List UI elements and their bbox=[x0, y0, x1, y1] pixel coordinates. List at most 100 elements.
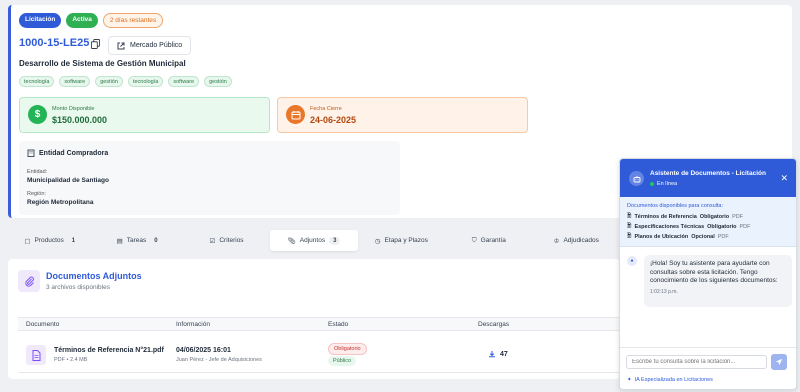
doc-requirement: Obligatorio bbox=[707, 223, 737, 230]
buyer-entity-heading: Entidad Compradora bbox=[27, 149, 108, 157]
tag: software bbox=[168, 76, 200, 87]
table-header: Documento Información Estado Descargas bbox=[18, 317, 620, 331]
list-item: 🗎︎ Términos de Referencia Obligatorio PD… bbox=[627, 212, 743, 221]
public-badge: Público bbox=[328, 356, 357, 366]
clock-icon: ◷ bbox=[374, 237, 381, 245]
tab-label: Adjuntos bbox=[299, 237, 326, 244]
status-badges: Licitación Activa 2 días restantes bbox=[19, 13, 164, 28]
shield-icon: ⛉ bbox=[471, 236, 477, 244]
licitacion-badge: Licitación bbox=[19, 13, 62, 28]
copy-icon[interactable] bbox=[91, 39, 100, 49]
doc-type: PDF bbox=[732, 213, 744, 220]
sparkle-icon: ✦ bbox=[627, 377, 632, 383]
tab-label: Productos bbox=[34, 237, 64, 244]
tag: gestión bbox=[204, 76, 232, 87]
tab-criterios[interactable]: ☑ Criterios bbox=[183, 230, 270, 251]
amount-value: $150.000.000 bbox=[52, 115, 108, 125]
tab-count: 1 bbox=[71, 237, 76, 244]
calendar-icon bbox=[286, 105, 305, 124]
tag: tecnología bbox=[127, 76, 164, 87]
download-count[interactable]: 47 bbox=[488, 350, 508, 358]
tab-productos[interactable]: ▢ Productos 1 bbox=[8, 230, 95, 251]
robot-icon bbox=[629, 171, 644, 186]
doc-requirement: Opcional bbox=[691, 233, 715, 240]
file-icon: 🗎︎ bbox=[627, 223, 632, 229]
list-item: 🗎︎ Especificaciones Técnicas Obligatorio… bbox=[627, 222, 751, 231]
doc-type: PDF bbox=[717, 233, 729, 240]
mercado-publico-button[interactable]: Mercado Público bbox=[108, 36, 192, 55]
closing-date-box: Fecha Cierre 24-06-2025 bbox=[277, 97, 528, 133]
doc-name: Términos de Referencia bbox=[634, 213, 697, 220]
tag: gestión bbox=[95, 76, 123, 87]
column-header-downloads: Descargas bbox=[478, 321, 510, 328]
online-status-label: En línea bbox=[657, 181, 678, 187]
tab-count: 3 bbox=[329, 236, 341, 245]
bot-avatar-icon: ● bbox=[627, 256, 637, 266]
upload-date: 04/06/2025 16:01 bbox=[176, 347, 231, 354]
close-icon[interactable]: ✕ bbox=[780, 173, 788, 184]
chat-input[interactable] bbox=[626, 355, 767, 369]
tab-label: Tareas bbox=[126, 237, 147, 244]
tab-label: Criterios bbox=[219, 237, 244, 244]
send-icon bbox=[775, 358, 783, 366]
tender-code: 1000-15-LE25 bbox=[19, 37, 90, 49]
region-label: Región: bbox=[27, 191, 46, 197]
list-item: 🗎︎ Planos de Ubicación Opcional PDF bbox=[627, 232, 729, 241]
box-icon: ▢ bbox=[24, 237, 31, 245]
doc-requirement: Obligatorio bbox=[699, 213, 730, 220]
paperclip-icon: 📎︎ bbox=[287, 237, 296, 245]
buyer-entity-title: Entidad Compradora bbox=[39, 149, 109, 157]
tab-adjudicados[interactable]: ♔ Adjudicados bbox=[533, 230, 620, 251]
send-button[interactable] bbox=[771, 354, 787, 370]
column-header-info: Información bbox=[176, 321, 210, 328]
assistant-message-text: ¡Hola! Soy tu asistente para ayudarte co… bbox=[650, 260, 778, 284]
tab-etapa-plazos[interactable]: ◷ Etapa y Plazos bbox=[358, 230, 445, 251]
buyer-entity-panel: Entidad Compradora Entidad: Municipalida… bbox=[19, 141, 400, 215]
doc-name: Especificaciones Técnicas bbox=[634, 223, 705, 230]
days-left-badge: 2 días restantes bbox=[102, 13, 164, 28]
ai-footer-note: ✦ IA Especializada en Licitaciones bbox=[627, 377, 713, 383]
file-icon bbox=[26, 345, 46, 365]
file-name[interactable]: Términos de Referencia N°21.pdf bbox=[54, 347, 164, 354]
file-icon: 🗎︎ bbox=[627, 213, 632, 219]
column-header-document: Documento bbox=[26, 321, 60, 328]
uploaded-by: Juan Pérez - Jefe de Adquisiciones bbox=[176, 357, 262, 363]
tag: tecnología bbox=[19, 76, 55, 87]
closing-date-label: Fecha Cierre bbox=[310, 106, 342, 112]
active-badge: Activa bbox=[66, 13, 98, 28]
attachments-subtitle: 3 archivos disponibles bbox=[46, 284, 110, 291]
external-link-icon bbox=[117, 42, 125, 49]
tab-label: Adjudicados bbox=[563, 237, 599, 244]
tab-adjuntos[interactable]: 📎︎ Adjuntos 3 bbox=[270, 230, 358, 251]
message-timestamp: 1:02:13 p.m. bbox=[650, 288, 678, 295]
chat-input-area: ✦ IA Especializada en Licitaciones bbox=[620, 347, 796, 389]
tab-label: Etapa y Plazos bbox=[384, 237, 428, 244]
building-icon bbox=[27, 149, 35, 157]
chat-title: Asistente de Documentos - Licitación bbox=[650, 170, 766, 177]
available-docs-heading: Documentos disponibles para consulta: bbox=[627, 203, 724, 209]
online-dot-icon bbox=[650, 182, 654, 186]
doc-name: Planos de Ubicación bbox=[634, 233, 689, 240]
download-count-value: 47 bbox=[500, 350, 508, 358]
tender-title: Desarrollo de Sistema de Gestión Municip… bbox=[19, 59, 186, 68]
tab-bar: ▢ Productos 1 ▤ Tareas 0 ☑ Criterios 📎︎ … bbox=[8, 230, 620, 251]
tab-garantia[interactable]: ⛉ Garantía bbox=[445, 230, 532, 251]
entity-label: Entidad: bbox=[27, 169, 48, 175]
tab-count: 0 bbox=[154, 237, 158, 244]
paperclip-icon bbox=[18, 270, 40, 292]
mercado-publico-label: Mercado Público bbox=[130, 42, 183, 49]
document-assistant-chat: Asistente de Documentos - Licitación En … bbox=[619, 158, 797, 390]
tab-tareas[interactable]: ▤ Tareas 0 bbox=[95, 230, 182, 251]
ai-footer-label: IA Especializada en Licitaciones bbox=[634, 377, 713, 383]
required-badge: Obligatorio bbox=[328, 343, 367, 355]
checkbox-icon: ☑ bbox=[209, 237, 216, 245]
tag-list: tecnología software gestión tecnología s… bbox=[19, 76, 232, 87]
download-icon bbox=[489, 351, 495, 358]
calendar-icon: ▤ bbox=[116, 237, 123, 245]
dollar-icon: $ bbox=[28, 105, 47, 124]
tag: software bbox=[59, 76, 91, 87]
table-row[interactable]: Términos de Referencia N°21.pdf PDF • 2.… bbox=[18, 339, 620, 373]
assistant-message: ¡Hola! Soy tu asistente para ayudarte co… bbox=[644, 255, 792, 307]
file-icon: 🗎︎ bbox=[627, 233, 632, 239]
online-status: En línea bbox=[650, 181, 677, 187]
